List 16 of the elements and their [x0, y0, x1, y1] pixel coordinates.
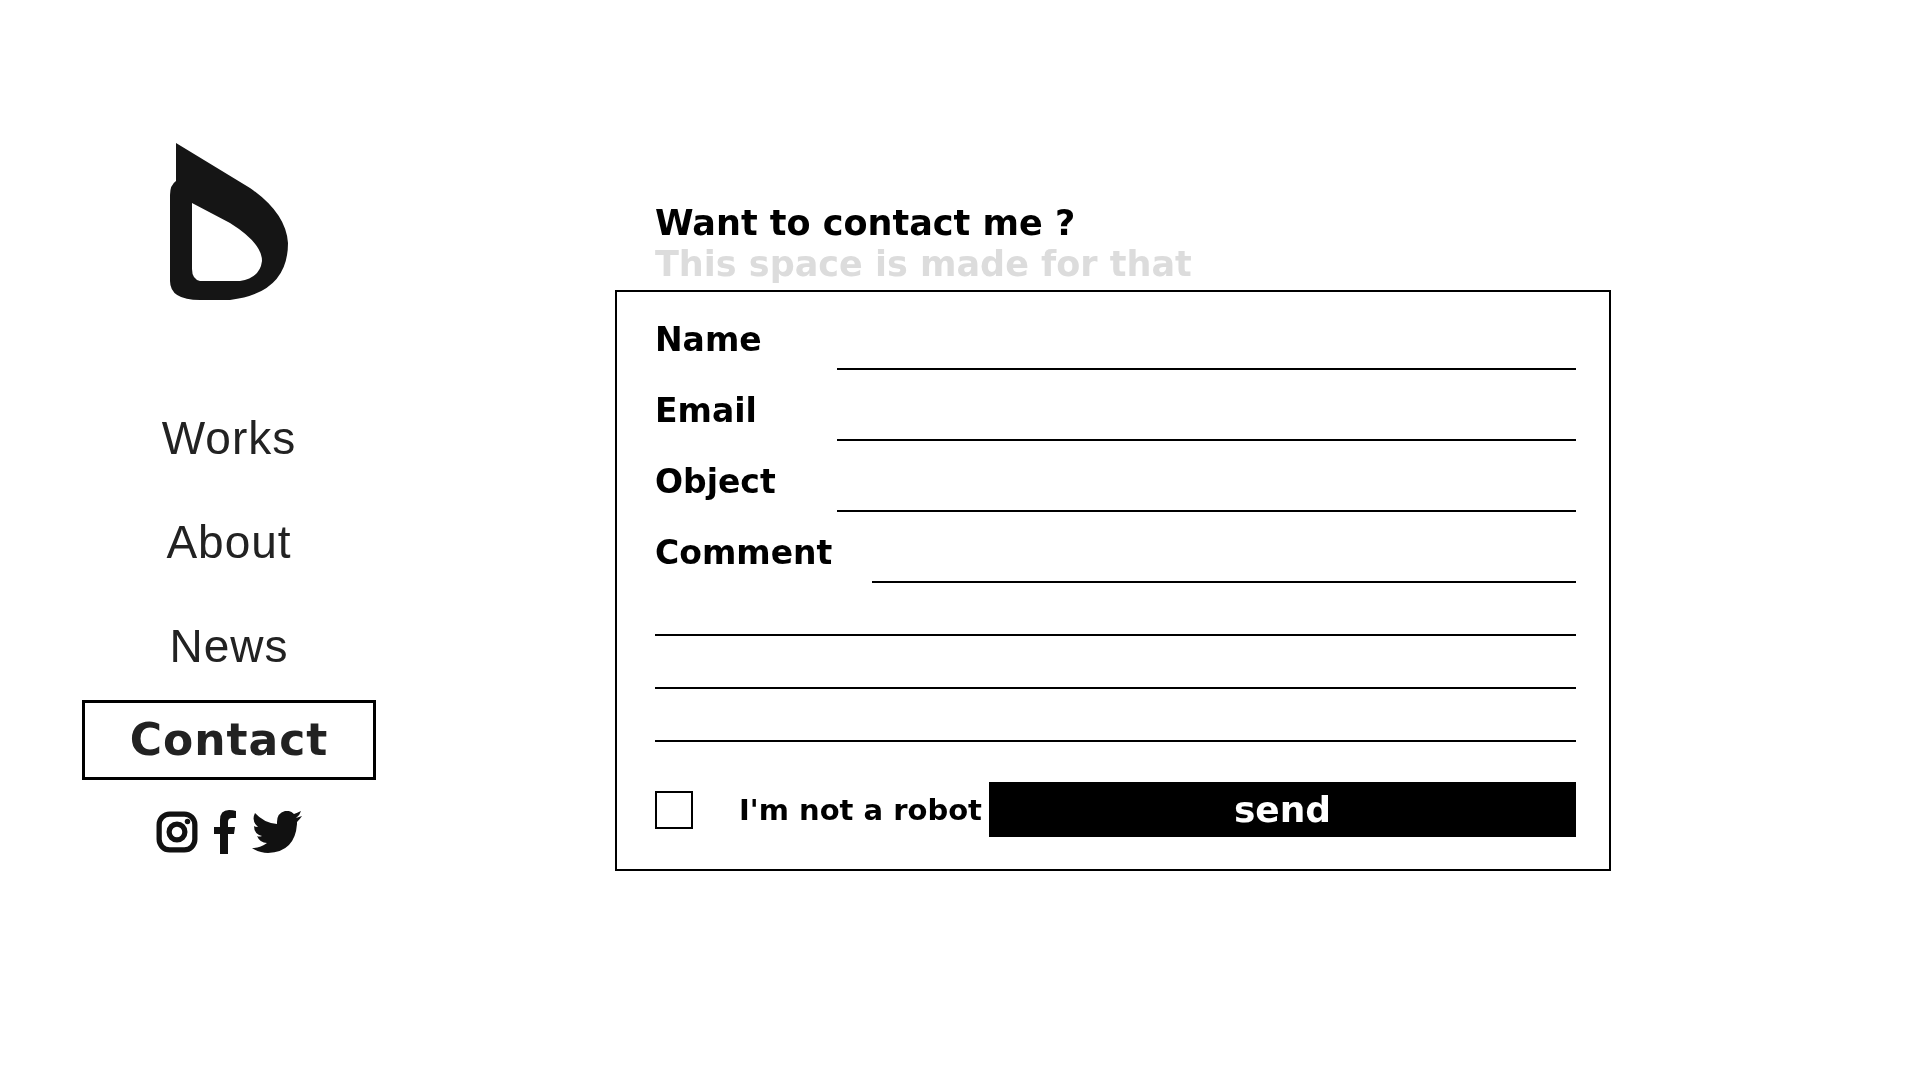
logo-icon [170, 143, 288, 300]
form-title: Want to contact me ? [654, 202, 1077, 244]
facebook-icon[interactable] [214, 810, 236, 854]
field-label: Comment [655, 532, 833, 574]
checkbox-label: I'm not a robot [739, 792, 983, 827]
nav-link[interactable]: About [166, 512, 292, 572]
field-label: Object [655, 461, 777, 503]
checkbox[interactable] [655, 790, 693, 829]
nav-link[interactable]: Works [161, 408, 297, 468]
bird-icon[interactable] [252, 811, 302, 853]
send-button[interactable]: send [989, 782, 1576, 837]
nav-link[interactable]: Contact [81, 700, 377, 780]
nav-link[interactable]: News [169, 616, 289, 676]
field-label: Email [655, 390, 758, 432]
field-label: Name [655, 319, 763, 361]
instagram-icon[interactable] [156, 811, 198, 853]
